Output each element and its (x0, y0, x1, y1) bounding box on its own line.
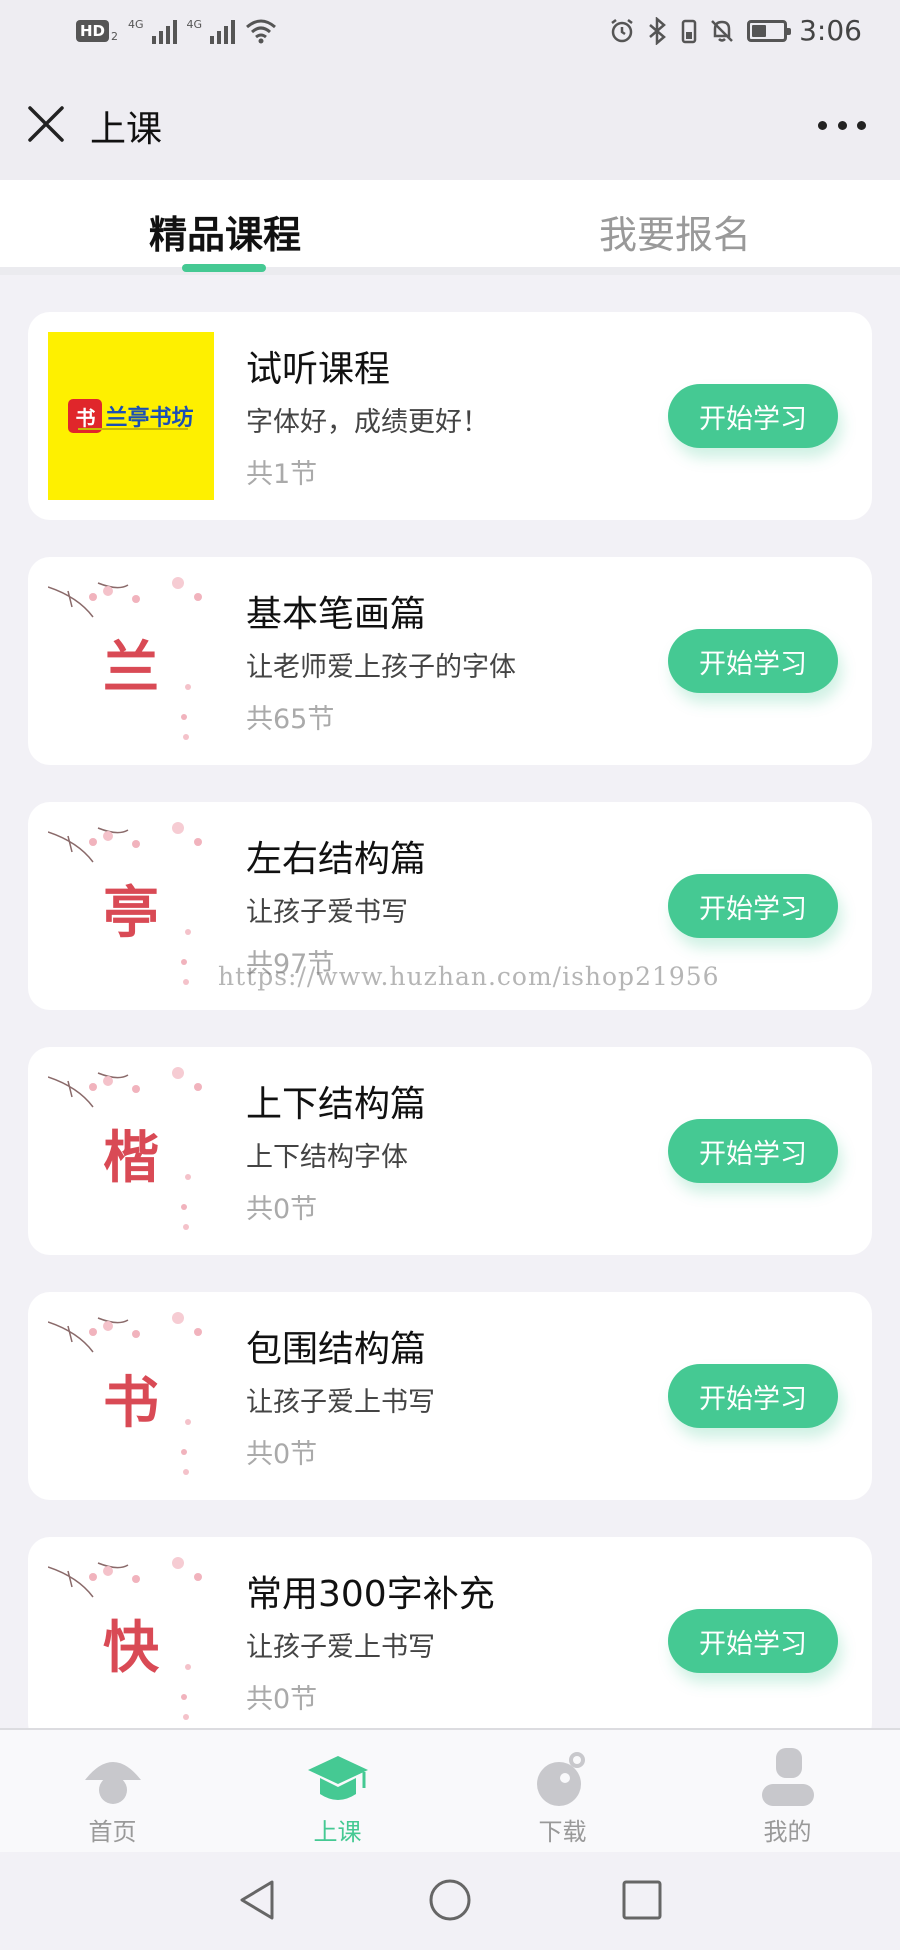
recents-icon[interactable] (618, 1876, 666, 1924)
course-lesson-count: 共0节 (246, 1194, 318, 1225)
course-lesson-count: 共65节 (246, 704, 335, 735)
nav-item-home[interactable]: 首页 (0, 1730, 225, 1852)
battery-icon (747, 19, 792, 42)
tab-active-indicator (182, 264, 266, 272)
nav-label: 下载 (538, 1818, 587, 1846)
vibrate-battery-icon (681, 19, 697, 43)
status-right: 3:06 (609, 14, 862, 47)
nav-label: 我的 (763, 1818, 812, 1846)
course-desc: 让孩子爱上书写 (246, 1387, 435, 1418)
nav-label: 首页 (88, 1818, 137, 1846)
thumbnail-character: 楷 (103, 1125, 159, 1191)
course-title: 试听课程 (246, 349, 391, 390)
course-thumbnail: 楷 (48, 1067, 214, 1235)
start-learning-button[interactable]: 开始学习 (668, 629, 838, 693)
page-title: 上课 (90, 109, 163, 150)
home-icon (84, 1762, 141, 1804)
start-learning-button[interactable]: 开始学习 (668, 1364, 838, 1428)
nav-label: 上课 (313, 1818, 362, 1846)
hd-sub: 2 (111, 29, 119, 43)
course-card[interactable]: 楷 上下结构篇 上下结构字体 共0节 开始学习 (28, 1047, 872, 1255)
course-thumbnail: 快 (48, 1557, 214, 1725)
course-card[interactable]: 快 常用300字补充 让孩子爱上书写 共0节 开始学习 (28, 1537, 872, 1745)
course-title: 常用300字补充 (246, 1574, 495, 1615)
course-desc: 字体好，成绩更好！ (246, 407, 489, 438)
signal-icon (151, 18, 177, 44)
tab-sign-up[interactable]: 我要报名 (450, 180, 900, 267)
title-bar: 上课 (0, 70, 900, 180)
download-icon (536, 1752, 585, 1806)
course-thumbnail: 书 兰亭书坊 (48, 332, 214, 500)
more-menu-icon[interactable] (818, 110, 866, 140)
mute-bell-icon (711, 19, 733, 42)
signal-icon-2 (210, 18, 236, 44)
watermark-text: https://www.huzhan.com/ishop21956 (218, 962, 720, 991)
logo-underline (78, 428, 188, 430)
thumbnail-character: 兰 (103, 635, 159, 701)
start-learning-button[interactable]: 开始学习 (668, 1119, 838, 1183)
hd-badge: HD (76, 20, 110, 42)
thumbnail-character: 亭 (103, 880, 159, 946)
nav-item-class[interactable]: 上课 (225, 1730, 450, 1852)
course-desc: 让孩子爱书写 (246, 897, 408, 928)
wifi-icon (246, 19, 277, 44)
system-nav-bar (0, 1852, 900, 1950)
start-learning-button[interactable]: 开始学习 (668, 1609, 838, 1673)
course-lesson-count: 共0节 (246, 1684, 318, 1715)
thumbnail-character: 书 (103, 1370, 159, 1436)
start-learning-button[interactable]: 开始学习 (668, 874, 838, 938)
thumbnail-character: 快 (103, 1615, 159, 1681)
course-title: 上下结构篇 (246, 1084, 427, 1125)
course-desc: 上下结构字体 (246, 1142, 408, 1173)
network-label-2: 4G (186, 18, 203, 31)
tab-premium-courses[interactable]: 精品课程 (0, 180, 450, 267)
close-icon[interactable] (24, 102, 68, 146)
nav-item-download[interactable]: 下载 (450, 1730, 675, 1852)
course-title: 包围结构篇 (246, 1329, 427, 1370)
status-bar: HD 2 4G 4G 3:06 (0, 0, 900, 70)
course-card[interactable]: 书 包围结构篇 让孩子爱上书写 共0节 开始学习 (28, 1292, 872, 1500)
course-title: 基本笔画篇 (246, 594, 427, 635)
tab-bar: 精品课程 我要报名 (0, 180, 900, 275)
course-list: 书 兰亭书坊 试听课程 字体好，成绩更好！ 共1节 开始学习 兰 基本笔画篇 让… (28, 312, 872, 1782)
course-thumbnail: 亭 (48, 822, 214, 990)
course-desc: 让老师爱上孩子的字体 (246, 652, 516, 683)
course-thumbnail: 兰 (48, 577, 214, 745)
alarm-icon (611, 18, 633, 42)
battery-fill (752, 24, 767, 37)
status-left: HD 2 4G 4G (76, 18, 277, 44)
course-card[interactable]: 兰 基本笔画篇 让老师爱上孩子的字体 共65节 开始学习 (28, 557, 872, 765)
course-desc: 让孩子爱上书写 (246, 1632, 435, 1663)
course-title: 左右结构篇 (246, 839, 427, 880)
course-lesson-count: 共0节 (246, 1439, 318, 1470)
course-card[interactable]: 书 兰亭书坊 试听课程 字体好，成绩更好！ 共1节 开始学习 (28, 312, 872, 520)
nav-item-profile[interactable]: 我的 (675, 1730, 900, 1852)
course-lesson-count: 共1节 (246, 459, 318, 490)
network-label-1: 4G (128, 18, 144, 31)
graduation-cap-icon (307, 1756, 368, 1800)
home-circle-icon[interactable] (426, 1876, 474, 1924)
course-thumbnail: 书 (48, 1312, 214, 1480)
profile-icon (761, 1748, 814, 1806)
bluetooth-icon (649, 16, 667, 45)
bottom-nav: 首页 上课 下载 我的 (0, 1728, 900, 1852)
start-learning-button[interactable]: 开始学习 (668, 384, 838, 448)
back-icon[interactable] (234, 1876, 282, 1924)
status-time: 3:06 (799, 14, 862, 47)
